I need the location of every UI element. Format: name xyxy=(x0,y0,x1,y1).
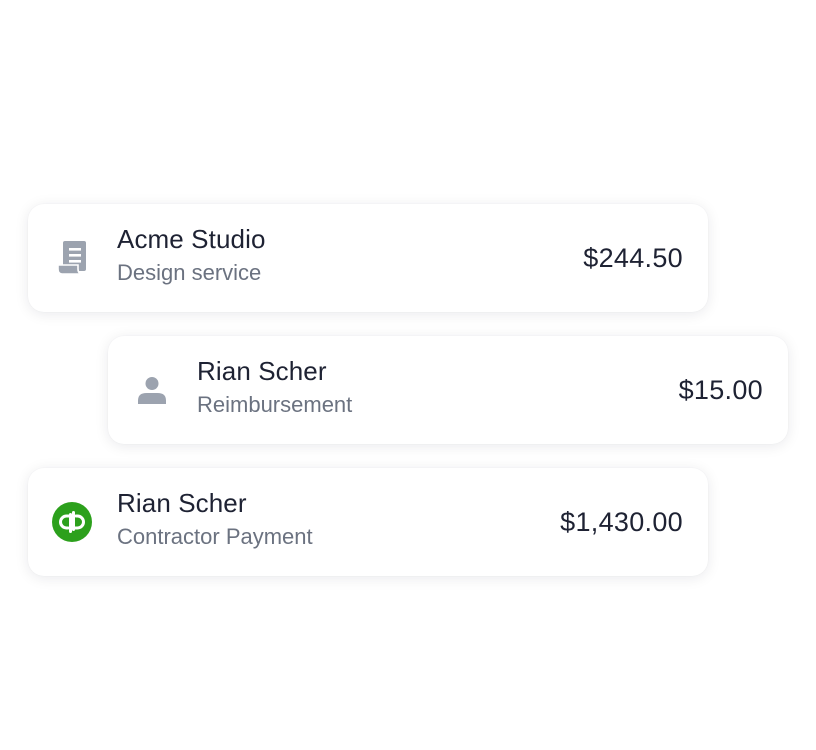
receipt-icon xyxy=(52,238,92,278)
transaction-description: Design service xyxy=(117,260,262,285)
payee-name: Rian Scher xyxy=(117,488,247,518)
transaction-amount: $244.50 xyxy=(583,243,683,273)
transaction-description: Contractor Payment xyxy=(117,524,313,549)
payee-name: Rian Scher xyxy=(197,356,327,386)
transaction-card-rian-scher-contractor[interactable]: Rian Scher Contractor Payment $1,430.00 xyxy=(28,468,708,576)
person-icon xyxy=(132,370,172,410)
transaction-card-acme-studio[interactable]: Acme Studio Design service $244.50 xyxy=(28,204,708,312)
quickbooks-logo-icon xyxy=(52,502,92,542)
transaction-card-rian-scher-reimbursement[interactable]: Rian Scher Reimbursement $15.00 xyxy=(108,336,788,444)
payee-name: Acme Studio xyxy=(117,224,266,254)
transaction-amount: $1,430.00 xyxy=(560,507,683,537)
transaction-amount: $15.00 xyxy=(678,375,763,405)
transaction-description: Reimbursement xyxy=(197,392,353,417)
